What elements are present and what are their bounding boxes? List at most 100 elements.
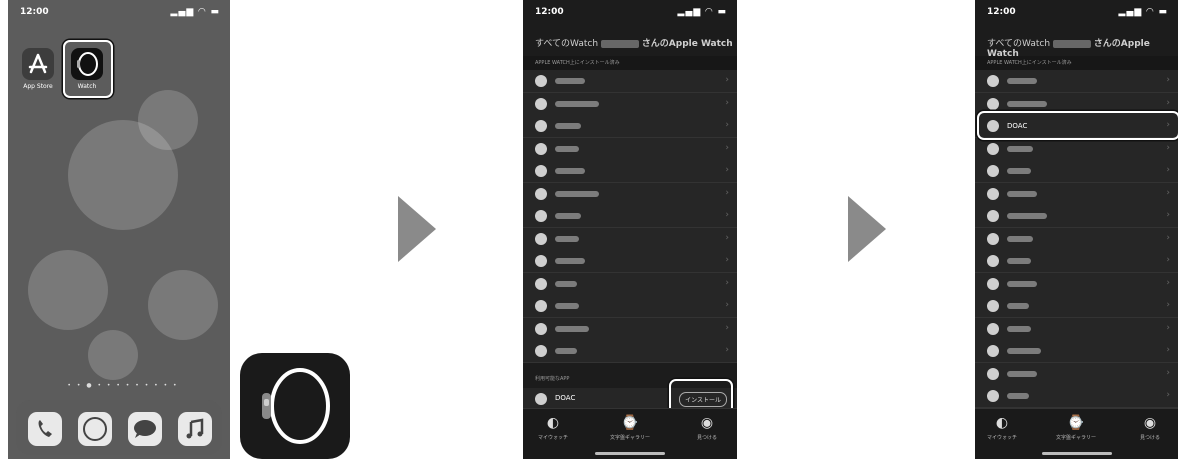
- dock: [16, 400, 222, 455]
- app-row[interactable]: ›: [523, 295, 737, 318]
- blurred-app-name: [555, 123, 581, 129]
- all-watches-back-link[interactable]: すべてのWatch さんのApple Watch: [535, 36, 733, 49]
- blurred-app-name: [1007, 235, 1033, 242]
- app-row[interactable]: ›: [975, 182, 1178, 206]
- app-row[interactable]: ›: [523, 70, 737, 93]
- app-row[interactable]: ›: [975, 205, 1178, 228]
- app-row[interactable]: ›: [523, 317, 737, 341]
- app-row[interactable]: ›: [975, 160, 1178, 183]
- tab-discover[interactable]: ◉ 見つける: [682, 415, 732, 441]
- app-row[interactable]: ›: [523, 340, 737, 363]
- app-row-icon: [535, 75, 547, 87]
- signal-wifi-battery-icon: ▂▄▆ ◠ ▬: [677, 7, 727, 17]
- app-row-icon: [987, 232, 999, 245]
- app-row[interactable]: ›: [523, 92, 737, 116]
- app-row-icon: [987, 210, 999, 222]
- app-row[interactable]: ›: [523, 272, 737, 296]
- chevron-right-icon: ›: [1166, 390, 1170, 400]
- blurred-app-name: [1007, 100, 1047, 107]
- app-row[interactable]: ›: [523, 115, 737, 138]
- app-row-icon: [987, 345, 999, 357]
- app-row[interactable]: ›: [975, 385, 1178, 408]
- blurred-app-name: [555, 235, 579, 242]
- chevron-right-icon: ›: [1166, 322, 1170, 333]
- face-gallery-icon: ⌚: [1067, 415, 1085, 431]
- doac-app-icon: [535, 393, 547, 405]
- chevron-right-icon: ›: [1166, 232, 1170, 243]
- home-indicator: [1041, 452, 1112, 455]
- app-row[interactable]: ›: [975, 362, 1178, 386]
- tab-face-gallery[interactable]: ⌚ 文字盤ギャラリー: [605, 415, 655, 441]
- app-row[interactable]: ›: [975, 250, 1178, 273]
- music-icon[interactable]: [178, 412, 212, 446]
- status-bar: 12:00 ▂▄▆ ◠ ▬: [975, 0, 1178, 20]
- watch-app-screen-installed: 12:00 ▂▄▆ ◠ ▬ すべてのWatch さんのApple Watch A…: [975, 0, 1178, 459]
- messages-icon[interactable]: [128, 412, 162, 446]
- blurred-app-name: [555, 78, 585, 84]
- chevron-right-icon: ›: [1166, 142, 1170, 153]
- app-row[interactable]: ›: [975, 340, 1178, 363]
- tab-face-gallery[interactable]: ⌚ 文字盤ギャラリー: [1051, 415, 1101, 441]
- app-row-icon: [987, 75, 999, 87]
- signal-wifi-battery-icon: ▂▄▆ ◠ ▬: [1118, 7, 1168, 17]
- highlight-watch-app: [63, 40, 113, 98]
- app-store-icon[interactable]: [22, 48, 54, 80]
- tab-my-watch[interactable]: ◐ マイウォッチ: [528, 415, 578, 441]
- chevron-right-icon: ›: [725, 232, 729, 243]
- blurred-app-name: [1007, 168, 1031, 174]
- chevron-right-icon: ›: [725, 120, 729, 130]
- app-row[interactable]: ›: [523, 205, 737, 228]
- app-row-icon: [987, 277, 999, 290]
- app-row[interactable]: ›: [975, 137, 1178, 161]
- phone-icon[interactable]: [28, 412, 62, 446]
- app-row[interactable]: ›: [523, 137, 737, 161]
- blurred-app-name: [1007, 78, 1037, 84]
- tab-my-watch[interactable]: ◐ マイウォッチ: [977, 415, 1027, 441]
- app-row[interactable]: ›: [523, 182, 737, 206]
- app-row-icon: [987, 322, 999, 335]
- app-row-icon: [987, 97, 999, 110]
- compass-icon: ◉: [700, 415, 714, 431]
- watch-app-icon-large: [240, 353, 350, 459]
- app-row-icon: [535, 255, 547, 267]
- app-row[interactable]: ›: [975, 70, 1178, 93]
- blurred-app-name: [1007, 145, 1033, 152]
- blurred-app-name: [555, 348, 577, 354]
- app-row-icon: [535, 142, 547, 155]
- blurred-app-name: [1007, 348, 1041, 354]
- app-row-icon: [987, 300, 999, 312]
- installed-section-header: APPLE WATCH上にインストール済み: [975, 56, 1178, 70]
- tab-label: マイウォッチ: [537, 435, 568, 441]
- next-step-arrow: [848, 196, 886, 262]
- page-title: さんのApple Watch: [641, 39, 733, 49]
- app-row[interactable]: ›: [523, 160, 737, 183]
- chevron-right-icon: ›: [725, 345, 729, 355]
- app-row-icon: [535, 322, 547, 335]
- app-row[interactable]: ›: [975, 227, 1178, 251]
- chevron-right-icon: ›: [1166, 75, 1170, 85]
- app-row[interactable]: ›: [523, 250, 737, 273]
- blurred-app-name: [555, 168, 585, 174]
- tab-discover[interactable]: ◉ 見つける: [1125, 415, 1175, 441]
- face-gallery-icon: ⌚: [621, 415, 639, 431]
- safari-icon[interactable]: [78, 412, 112, 446]
- blurred-app-name: [1007, 280, 1037, 287]
- installed-section-header: APPLE WATCH上にインストール済み: [523, 56, 737, 70]
- chevron-right-icon: ›: [725, 210, 729, 220]
- app-row-icon: [535, 187, 547, 200]
- app-row[interactable]: ›: [975, 317, 1178, 341]
- app-row-icon: [535, 97, 547, 110]
- blurred-app-name: [1007, 303, 1029, 309]
- app-row[interactable]: ›: [523, 227, 737, 251]
- app-row[interactable]: ›: [975, 295, 1178, 318]
- home-indicator: [595, 452, 665, 455]
- chevron-right-icon: ›: [1166, 210, 1170, 220]
- watch-tab-icon: ◐: [995, 415, 1009, 431]
- status-bar: 12:00 ▂▄▆ ◠ ▬: [523, 0, 737, 20]
- wallpaper-bokeh: [148, 270, 218, 340]
- app-row-icon: [987, 367, 999, 380]
- blurred-app-name: [555, 280, 577, 287]
- app-row[interactable]: ›: [975, 272, 1178, 296]
- blurred-app-name: [1007, 190, 1037, 197]
- page-dots: • • ● • • • • • • • • •: [67, 382, 179, 389]
